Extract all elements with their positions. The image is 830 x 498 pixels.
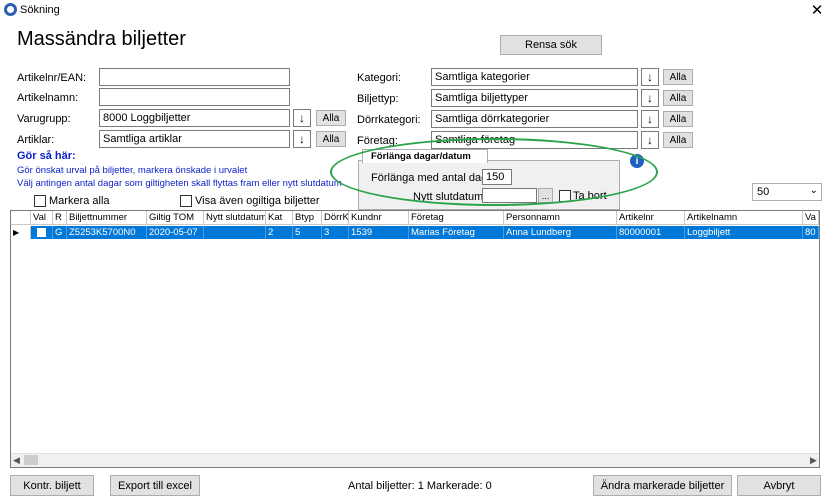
dorrkategori-label: Dörrkategori: (357, 114, 421, 126)
artikelnr-label: Artikelnr/EAN: (17, 72, 87, 84)
page-title: Massändra biljetter (17, 28, 186, 50)
dorrkategori-alla-button[interactable]: Alla (663, 111, 693, 127)
table-row-cell-kundnr[interactable]: 1539 (349, 226, 409, 239)
scrollbar-thumb[interactable] (24, 455, 38, 465)
scroll-left-icon[interactable]: ◀ (13, 455, 20, 466)
table-row-cell-dorrk[interactable]: 3 (322, 226, 349, 239)
highlight-ellipse (330, 138, 658, 206)
table-row-cell-kat[interactable]: 2 (266, 226, 293, 239)
column-header-artikelnamn[interactable]: Artikelnamn (685, 211, 803, 225)
status-text: Antal biljetter: 1 Markerade: 0 (348, 480, 492, 492)
show-invalid-checkbox[interactable] (180, 195, 192, 207)
biljettyp-field[interactable]: Samtliga biljettyper (431, 89, 638, 107)
kategori-arrow-button[interactable]: ↓ (641, 68, 659, 86)
artikelnamn-label: Artikelnamn: (17, 92, 79, 104)
page-size-select[interactable]: 50 ⌄ (752, 183, 822, 201)
table-row-cell-personnamn[interactable]: Anna Lundberg (504, 226, 617, 239)
column-header-r[interactable]: R (53, 211, 67, 225)
show-invalid-label: Visa även ogiltiga biljetter (195, 195, 320, 207)
row-select-checkbox[interactable] (37, 228, 46, 237)
artiklar-alla-button[interactable]: Alla (316, 131, 346, 147)
title-bar (0, 0, 830, 20)
artikelnamn-input[interactable] (99, 88, 290, 106)
biljettyp-label: Biljettyp: (357, 93, 399, 105)
artiklar-field[interactable]: Samtliga artiklar (99, 130, 290, 148)
instructions-line-1: Gör önskat urval på biljetter, markera ö… (17, 165, 248, 176)
tickets-grid (10, 210, 820, 468)
table-row-cell-val[interactable] (31, 226, 53, 239)
varugrupp-arrow-button[interactable]: ↓ (293, 109, 311, 127)
table-row-cell-biljettnummer[interactable]: Z5253K5700N0 (67, 226, 147, 239)
column-header-biljettnummer[interactable]: Biljettnummer (67, 211, 147, 225)
instructions-heading: Gör så här: (17, 150, 76, 162)
table-row-cell-va[interactable]: 80 (803, 226, 819, 239)
cancel-button[interactable]: Avbryt (737, 475, 821, 496)
column-header-dorrk[interactable]: DörrK (322, 211, 349, 225)
kategori-label: Kategori: (357, 72, 402, 84)
foretag-alla-button[interactable]: Alla (663, 132, 693, 148)
table-row-cell-giltig-tom[interactable]: 2020-05-07 (147, 226, 204, 239)
table-row-cell-btyp[interactable]: 5 (293, 226, 322, 239)
dorrkategori-arrow-button[interactable]: ↓ (641, 110, 659, 128)
app-icon (4, 3, 17, 16)
row-header-corner (11, 211, 31, 225)
table-row-cell-artikelnr[interactable]: 80000001 (617, 226, 685, 239)
kategori-alla-button[interactable]: Alla (663, 69, 693, 85)
column-header-val[interactable]: Val (31, 211, 53, 225)
table-row-cell-r[interactable]: G (53, 226, 67, 239)
varugrupp-field[interactable]: 8000 Loggbiljetter (99, 109, 290, 127)
column-header-btyp[interactable]: Btyp (293, 211, 322, 225)
reset-search-button[interactable]: Rensa sök (500, 35, 602, 55)
column-header-foretag[interactable]: Företag (409, 211, 504, 225)
table-row-cell-nytt-slutdatum[interactable] (204, 226, 266, 239)
artiklar-arrow-button[interactable]: ↓ (293, 130, 311, 148)
table-row-cell-foretag[interactable]: Marias Företag (409, 226, 504, 239)
page-size-value: 50 (757, 186, 770, 198)
artikelnr-input[interactable] (99, 68, 290, 86)
table-row-cell-artikelnamn[interactable]: Loggbiljett (685, 226, 803, 239)
change-marked-button[interactable]: Ändra markerade biljetter (593, 475, 732, 496)
dorrkategori-field[interactable]: Samtliga dörrkategorier (431, 110, 638, 128)
mark-all-checkbox[interactable] (34, 195, 46, 207)
column-header-kundnr[interactable]: Kundnr (349, 211, 409, 225)
biljettyp-arrow-button[interactable]: ↓ (641, 89, 659, 107)
column-header-artikelnr[interactable]: Artikelnr (617, 211, 685, 225)
artiklar-label: Artiklar: (17, 134, 55, 146)
close-icon[interactable]: ✕ (808, 1, 826, 19)
column-header-kat[interactable]: Kat (266, 211, 293, 225)
scroll-right-icon[interactable]: ▶ (810, 455, 817, 466)
column-header-giltig-tom[interactable]: Giltig TOM (147, 211, 204, 225)
column-header-personnamn[interactable]: Personnamn (504, 211, 617, 225)
window-title: Sökning (20, 4, 60, 16)
column-header-va[interactable]: Va (803, 211, 819, 225)
foretag-arrow-button[interactable]: ↓ (641, 131, 659, 149)
mark-all-label: Markera alla (49, 195, 110, 207)
instructions-line-2: Välj antingen antal dagar som giltighete… (17, 178, 342, 189)
row-selector[interactable]: ▶ (11, 226, 31, 239)
kategori-field[interactable]: Samtliga kategorier (431, 68, 638, 86)
current-row-icon: ▶ (13, 228, 20, 237)
horizontal-scrollbar[interactable] (11, 453, 819, 467)
chevron-down-icon: ⌄ (809, 185, 818, 196)
biljettyp-alla-button[interactable]: Alla (663, 90, 693, 106)
check-ticket-button[interactable]: Kontr. biljett (10, 475, 94, 496)
varugrupp-label: Varugrupp: (17, 113, 71, 125)
varugrupp-alla-button[interactable]: Alla (316, 110, 346, 126)
export-excel-button[interactable]: Export till excel (110, 475, 200, 496)
column-header-nytt-slutdatum[interactable]: Nytt slutdatum (204, 211, 266, 225)
